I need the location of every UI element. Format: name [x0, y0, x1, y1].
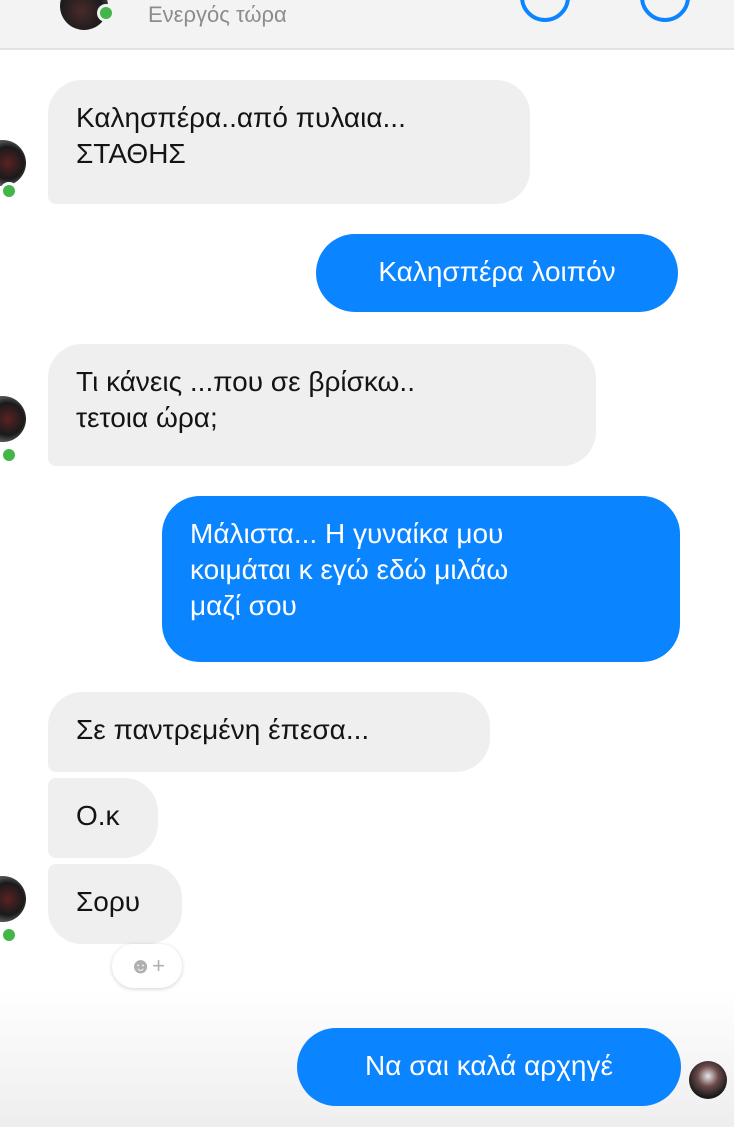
message-text: τετοια ώρα;	[76, 402, 218, 433]
message-text: ΣΤΑΘΗΣ	[76, 138, 186, 169]
active-status-text: Ενεργός τώρα	[148, 2, 287, 27]
message-text: Καλησπέρα λοιπόν	[378, 256, 616, 287]
message-text: Μάλιστα... Η γυναίκα μου	[190, 518, 504, 549]
online-status-dot	[0, 926, 18, 944]
message-bubble-outgoing[interactable]: Μάλιστα... Η γυναίκα μου κοιμάται κ εγώ …	[162, 496, 680, 662]
message-bubble-incoming[interactable]: Σορυ	[48, 864, 182, 944]
message-text: Καλησπέρα..από πυλαια...	[76, 102, 406, 133]
online-status-dot	[0, 446, 18, 464]
online-status-dot	[97, 4, 115, 22]
message-text: μαζί σου	[190, 590, 297, 621]
message-text: Να σαι καλά αρχηγέ	[365, 1050, 613, 1081]
message-bubble-incoming[interactable]: Σε παντρεμένη έπεσα...	[48, 692, 490, 772]
smiley-add-icon[interactable]: ☻+	[112, 944, 182, 988]
message-bubble-incoming[interactable]: Ο.κ	[48, 778, 158, 858]
online-status-dot	[0, 182, 18, 200]
chat-header: Ενεργός τώρα	[0, 0, 734, 50]
message-text: Τι κάνεις ...που σε βρίσκω..	[76, 366, 415, 397]
sender-avatar	[0, 876, 26, 922]
message-text: Σε παντρεμένη έπεσα...	[76, 714, 370, 745]
message-bubble-outgoing[interactable]: Καλησπέρα λοιπόν	[316, 234, 678, 312]
sender-avatar	[0, 140, 26, 186]
message-text: κοιμάται κ εγώ εδώ μιλάω	[190, 554, 509, 585]
phone-icon[interactable]	[520, 0, 570, 22]
message-text: Σορυ	[76, 886, 141, 917]
message-bubble-outgoing[interactable]: Να σαι καλά αρχηγέ	[297, 1028, 681, 1106]
message-bubble-incoming[interactable]: Τι κάνεις ...που σε βρίσκω.. τετοια ώρα;	[48, 344, 596, 466]
sender-avatar	[0, 396, 26, 442]
seen-avatar-icon	[689, 1061, 727, 1099]
message-text: Ο.κ	[76, 800, 120, 831]
video-camera-icon[interactable]	[640, 0, 690, 22]
message-bubble-incoming[interactable]: Καλησπέρα..από πυλαια... ΣΤΑΘΗΣ	[48, 80, 530, 204]
